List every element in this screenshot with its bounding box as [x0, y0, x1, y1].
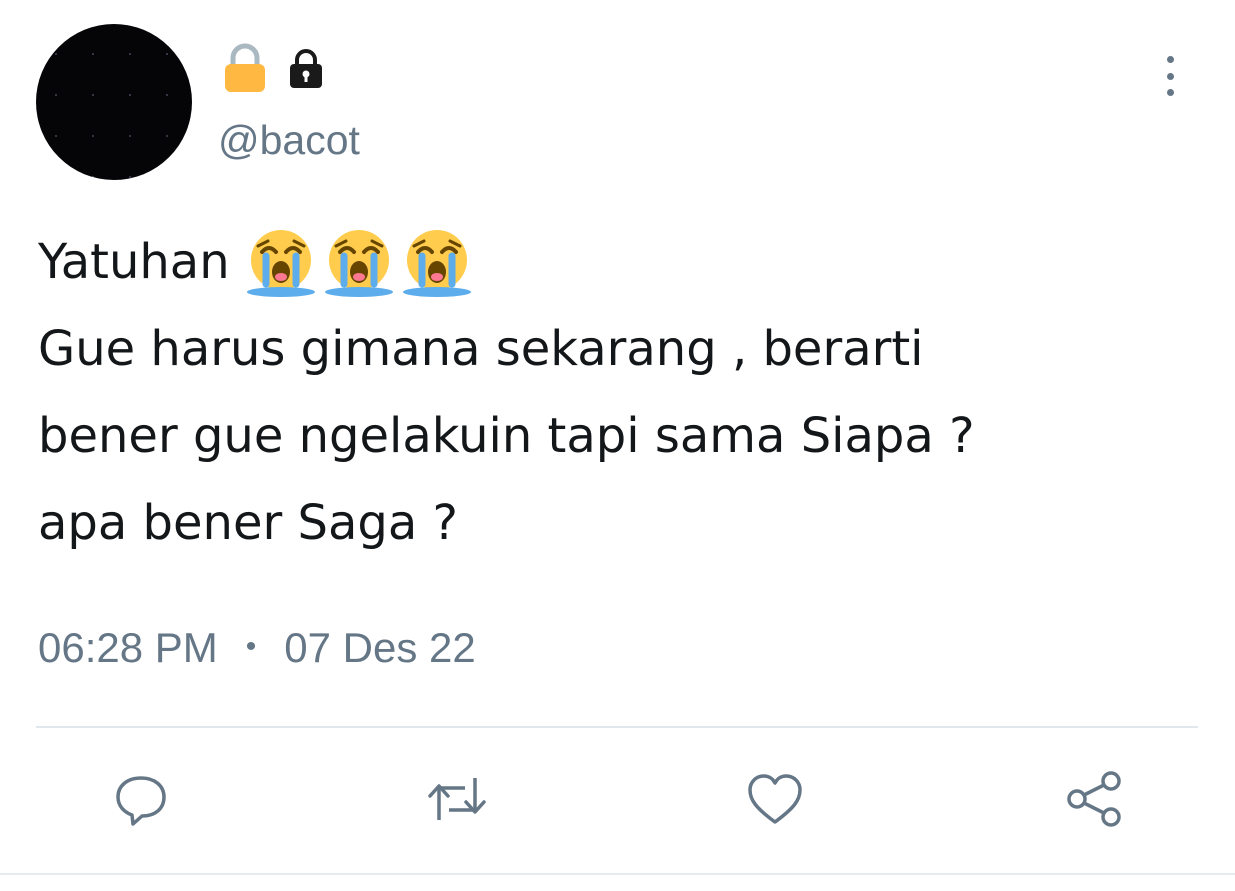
- lock-black-icon: [290, 49, 322, 88]
- reply-icon: [116, 776, 166, 826]
- avatar[interactable]: [36, 24, 192, 180]
- retweet-button[interactable]: [422, 764, 492, 834]
- more-options-button[interactable]: [1153, 56, 1187, 96]
- more-dot: [1166, 56, 1174, 63]
- tweet-line: Yatuhan: [38, 219, 1198, 306]
- tweet-line-text: Yatuhan: [38, 234, 230, 290]
- loudly-crying-face-icon: [246, 229, 315, 297]
- display-name: [222, 40, 326, 96]
- tweet-text: Yatuhan Gue harus gimana sekarang , bera…: [38, 219, 1198, 567]
- bottom-border: [0, 873, 1235, 875]
- meta-separator: •: [245, 630, 257, 663]
- tweet-line: apa bener Saga ?: [38, 495, 458, 551]
- tweet-line: Gue harus gimana sekarang , berarti: [38, 321, 924, 377]
- like-button[interactable]: [740, 764, 810, 834]
- like-icon: [748, 774, 802, 824]
- tweet-time: 06:28 PM: [38, 624, 218, 671]
- lock-yellow-icon: [225, 43, 265, 92]
- loudly-crying-face-icon: [324, 229, 393, 297]
- share-button[interactable]: [1060, 764, 1130, 834]
- action-bar: [0, 764, 1235, 834]
- tweet-meta: 06:28 PM • 07 Des 22: [38, 621, 476, 674]
- retweet-icon: [428, 778, 486, 820]
- reply-button[interactable]: [106, 764, 176, 834]
- share-icon: [1067, 771, 1121, 827]
- divider: [36, 726, 1198, 728]
- tweet-date: 07 Des 22: [284, 624, 476, 671]
- more-dot: [1166, 72, 1174, 80]
- user-handle[interactable]: @bacot: [218, 114, 360, 166]
- loudly-crying-face-icon: [402, 229, 471, 297]
- more-dot: [1166, 89, 1174, 96]
- tweet-line: bener gue ngelakuin tapi sama Siapa ?: [38, 408, 975, 464]
- emoji-group: [244, 226, 474, 300]
